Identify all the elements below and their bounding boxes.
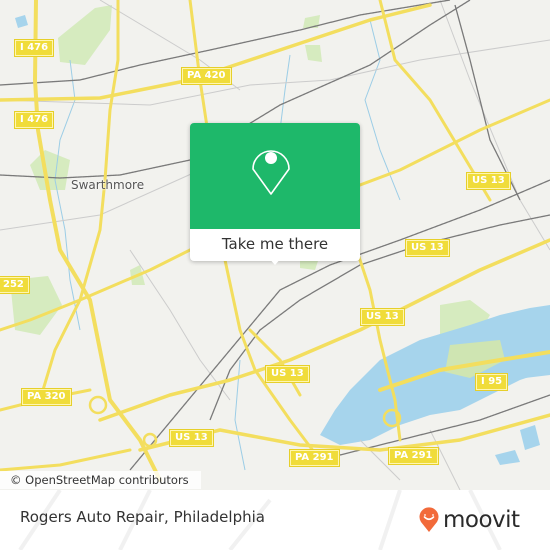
road-shield-i476: I 476 [15, 40, 54, 56]
location-pin-icon [252, 150, 290, 195]
road-shield-i476: I 476 [15, 112, 54, 128]
moovit-smile-pin-icon [419, 507, 439, 532]
major-road [0, 448, 132, 472]
water-area [495, 450, 520, 465]
road-shield-pa291: PA 291 [290, 450, 339, 466]
water-area [15, 15, 28, 28]
water-area [520, 425, 540, 450]
major-road [248, 328, 302, 397]
stream [279, 54, 291, 131]
road-shield-i95: I 95 [476, 374, 508, 390]
road-shield-us13: US 13 [266, 366, 309, 382]
road-shield-us13: US 13 [467, 173, 510, 189]
place-title: Rogers Auto Repair, Philadelphia [20, 508, 265, 526]
interchange [88, 395, 108, 415]
road-shield-252: 252 [0, 277, 29, 293]
moovit-logo[interactable]: moovit [418, 507, 520, 533]
road-shield-pa320: PA 320 [22, 389, 71, 405]
road-shield-pa420: PA 420 [182, 68, 231, 84]
map-attribution[interactable]: © OpenStreetMap contributors [0, 471, 201, 489]
road-shield-us13: US 13 [361, 309, 404, 325]
place-label-swarthmore: Swarthmore [71, 178, 145, 192]
park-area [30, 150, 70, 190]
road-shield-pa291: PA 291 [389, 448, 438, 464]
road-shield-us13: US 13 [170, 430, 213, 446]
park-area [58, 5, 112, 65]
map-canvas[interactable]: Swarthmore I 476 I 476 PA 420 US 13 US 1… [0, 0, 550, 490]
popup-header [190, 123, 360, 229]
rail-line [454, 4, 521, 201]
popup-pointer [268, 257, 282, 265]
moovit-logo-text: moovit [443, 507, 520, 533]
road-shield-us13: US 13 [406, 240, 449, 256]
location-popup: Take me there [190, 123, 360, 265]
park-area [305, 45, 322, 62]
